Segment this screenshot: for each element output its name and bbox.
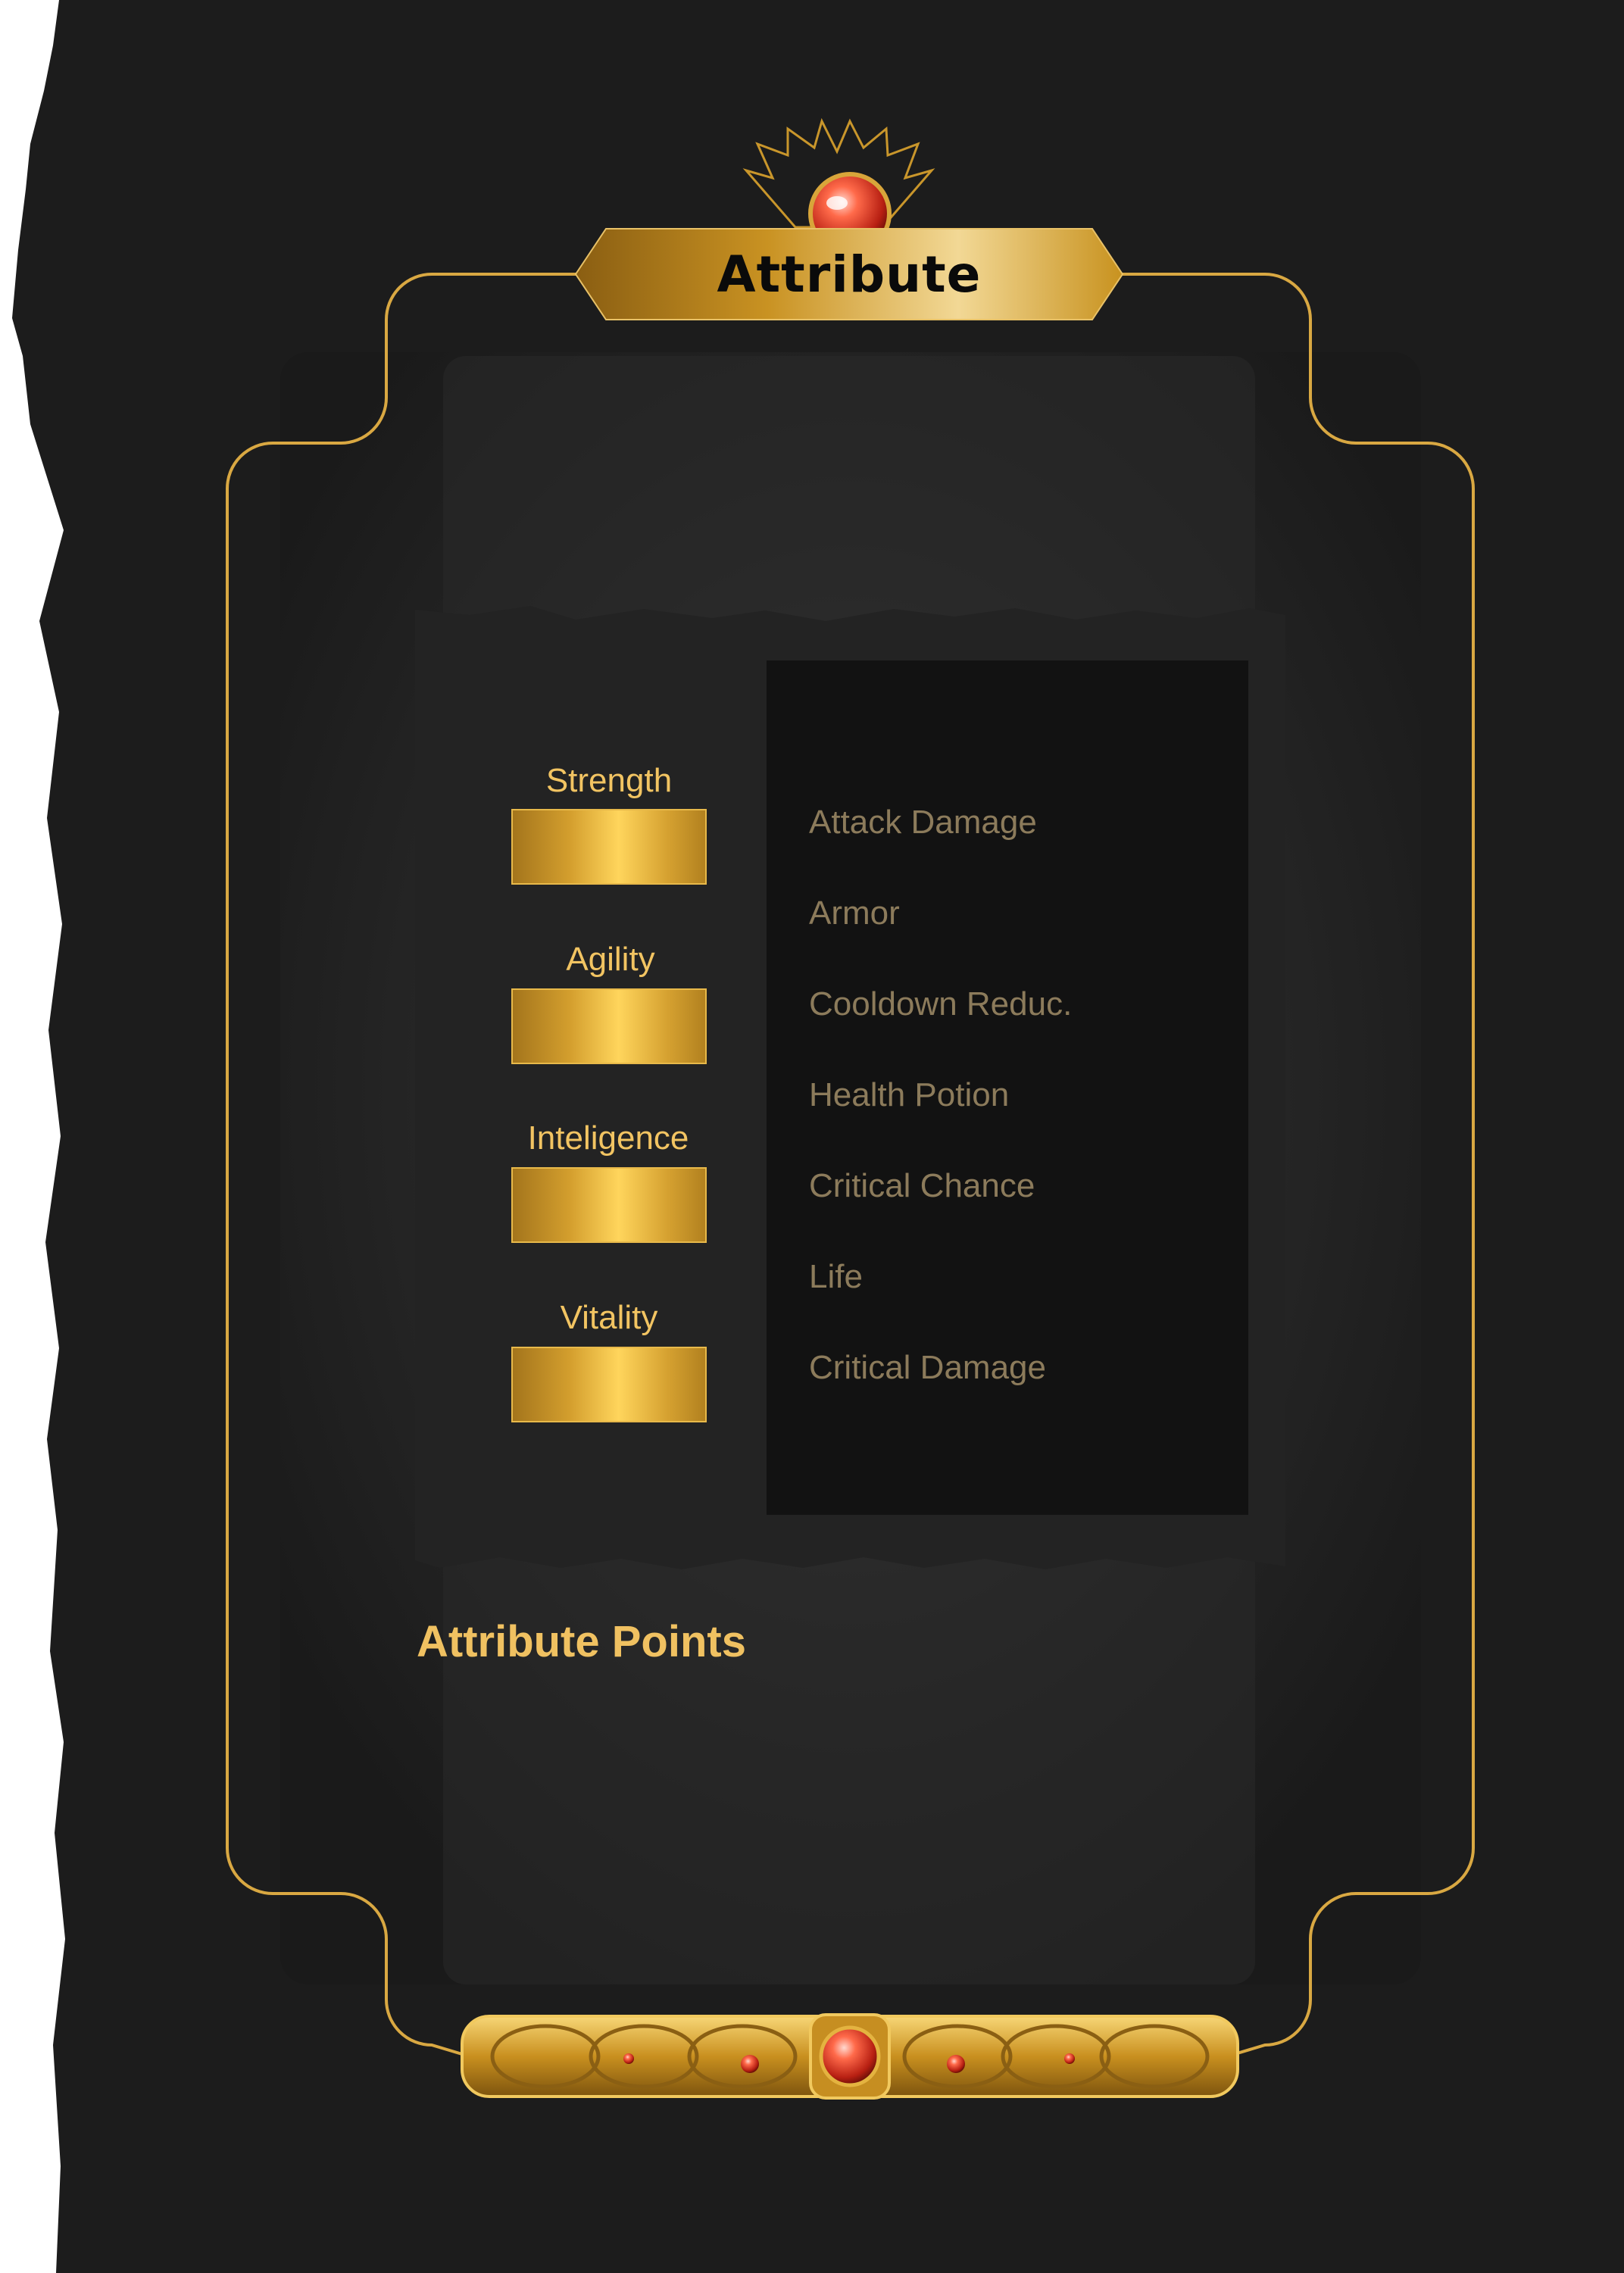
attr-label-strength: Strength xyxy=(545,762,673,799)
stat-health-potion: Health Potion xyxy=(809,1076,1010,1113)
attr-label-vitality: Vitality xyxy=(560,1299,658,1336)
stat-critical-chance: Critical Chance xyxy=(809,1167,1035,1204)
stat-attack-damage: Attack Damage xyxy=(809,804,1037,841)
stat-critical-damage: Critical Damage xyxy=(809,1349,1046,1386)
stat-life: Life xyxy=(809,1258,863,1295)
attr-label-inteligence: Inteligence xyxy=(527,1119,689,1157)
gold-filigree-bar-icon xyxy=(461,2013,1239,2100)
attr-bar-agility[interactable] xyxy=(511,988,707,1064)
attr-label-agility: Agility xyxy=(566,941,655,978)
attr-bar-vitality[interactable] xyxy=(511,1347,707,1422)
window-title: Attribute xyxy=(717,245,982,304)
stat-cooldown-reduc: Cooldown Reduc. xyxy=(809,985,1073,1023)
stat-armor: Armor xyxy=(809,895,900,932)
attribute-points-label: Attribute Points xyxy=(417,1617,746,1666)
attribute-window-background xyxy=(12,0,1624,2273)
attr-bar-strength[interactable] xyxy=(511,809,707,885)
attr-bar-inteligence[interactable] xyxy=(511,1167,707,1243)
